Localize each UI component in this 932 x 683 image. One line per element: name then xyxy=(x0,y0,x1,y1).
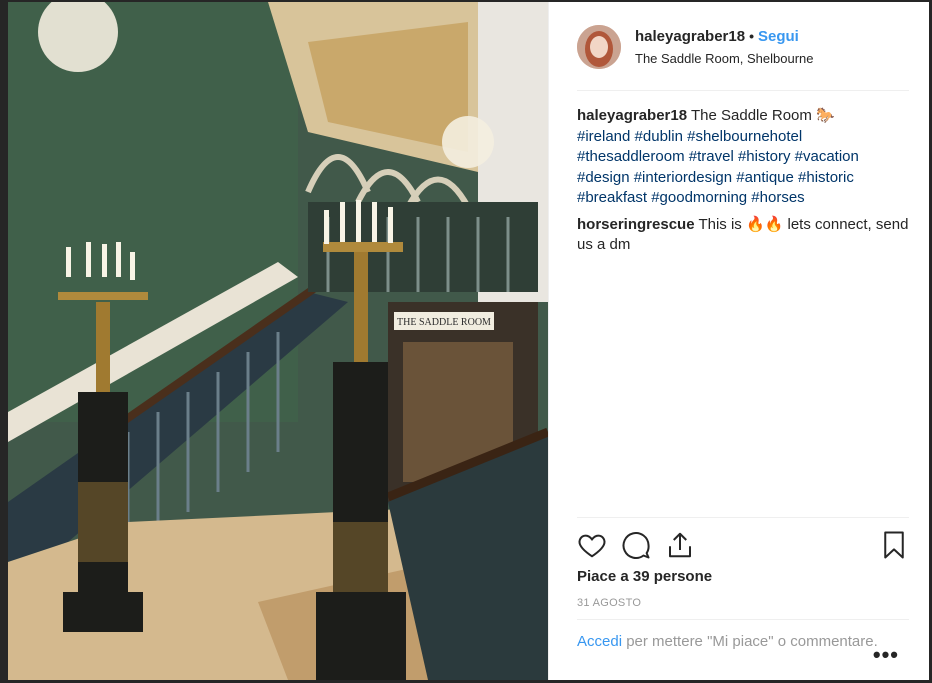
caption-username[interactable]: haleyagraber18 xyxy=(577,107,687,124)
comments-list: haleyagraber18 The Saddle Room 🐎 #irelan… xyxy=(577,106,909,262)
hashtags: #ireland #dublin #shelbournehotel #thesa… xyxy=(577,128,859,207)
reply-text-before: This is xyxy=(698,215,742,233)
bookmark-icon[interactable] xyxy=(879,530,909,560)
hashtag-link[interactable]: #vacation xyxy=(795,148,859,165)
comment-icon[interactable] xyxy=(621,530,651,560)
staircase-image: THE SADDLE ROOM xyxy=(8,2,548,680)
login-prompt: Accedi per mettere "Mi piace" o commenta… xyxy=(577,619,909,652)
hashtag-link[interactable]: #history xyxy=(738,148,791,165)
login-link[interactable]: Accedi xyxy=(577,633,622,650)
more-options-icon[interactable]: ••• xyxy=(873,642,899,668)
saddle-room-sign: THE SADDLE ROOM xyxy=(397,317,491,328)
post-username[interactable]: haleyagraber18 xyxy=(635,28,745,45)
post-header: haleyagraber18 • Segui The Saddle Room, Sh… xyxy=(577,2,909,91)
horse-emoji: 🐎 xyxy=(816,107,835,124)
hashtag-link[interactable]: #ireland xyxy=(577,128,630,145)
post-sidebar: haleyagraber18 • Segui The Saddle Room, Sh… xyxy=(548,2,929,680)
fire-emoji: 🔥🔥 xyxy=(745,215,784,233)
reply-comment: horseringrescue This is 🔥🔥 lets connect,… xyxy=(577,215,909,256)
caption-comment: haleyagraber18 The Saddle Room 🐎 #irelan… xyxy=(577,106,909,209)
hashtag-link[interactable]: #goodmorning xyxy=(651,189,747,206)
hashtag-link[interactable]: #interiordesign xyxy=(634,169,732,186)
separator-dot: • xyxy=(749,28,754,44)
follow-button[interactable]: Segui xyxy=(758,28,799,45)
hashtag-link[interactable]: #thesaddleroom xyxy=(577,148,685,165)
action-bar xyxy=(577,517,909,562)
post-photo[interactable]: THE SADDLE ROOM xyxy=(8,2,548,680)
hashtag-link[interactable]: #dublin xyxy=(635,128,683,145)
heart-icon[interactable] xyxy=(577,530,607,560)
window-frame: THE SADDLE ROOM haleyagraber18 • Segui T… xyxy=(0,0,932,683)
hashtag-link[interactable]: #historic xyxy=(798,169,854,186)
post-card: THE SADDLE ROOM haleyagraber18 • Segui T… xyxy=(8,2,929,680)
hashtag-link[interactable]: #travel xyxy=(689,148,734,165)
share-icon[interactable] xyxy=(665,530,695,560)
hashtag-link[interactable]: #antique xyxy=(736,169,794,186)
hashtag-link[interactable]: #breakfast xyxy=(577,189,647,206)
caption-text: The Saddle Room xyxy=(690,107,812,124)
hashtag-link[interactable]: #horses xyxy=(751,189,804,206)
hashtag-link[interactable]: #design xyxy=(577,169,630,186)
reply-username[interactable]: horseringrescue xyxy=(577,216,695,233)
login-prompt-text: per mettere "Mi piace" o commentare. xyxy=(626,633,878,650)
avatar[interactable] xyxy=(577,25,621,69)
post-location[interactable]: The Saddle Room, Shelbourne xyxy=(635,51,814,66)
post-date[interactable]: 31 AGOSTO xyxy=(577,597,641,609)
likes-count[interactable]: Piace a 39 persone xyxy=(577,568,712,585)
hashtag-link[interactable]: #shelbournehotel xyxy=(687,128,802,145)
